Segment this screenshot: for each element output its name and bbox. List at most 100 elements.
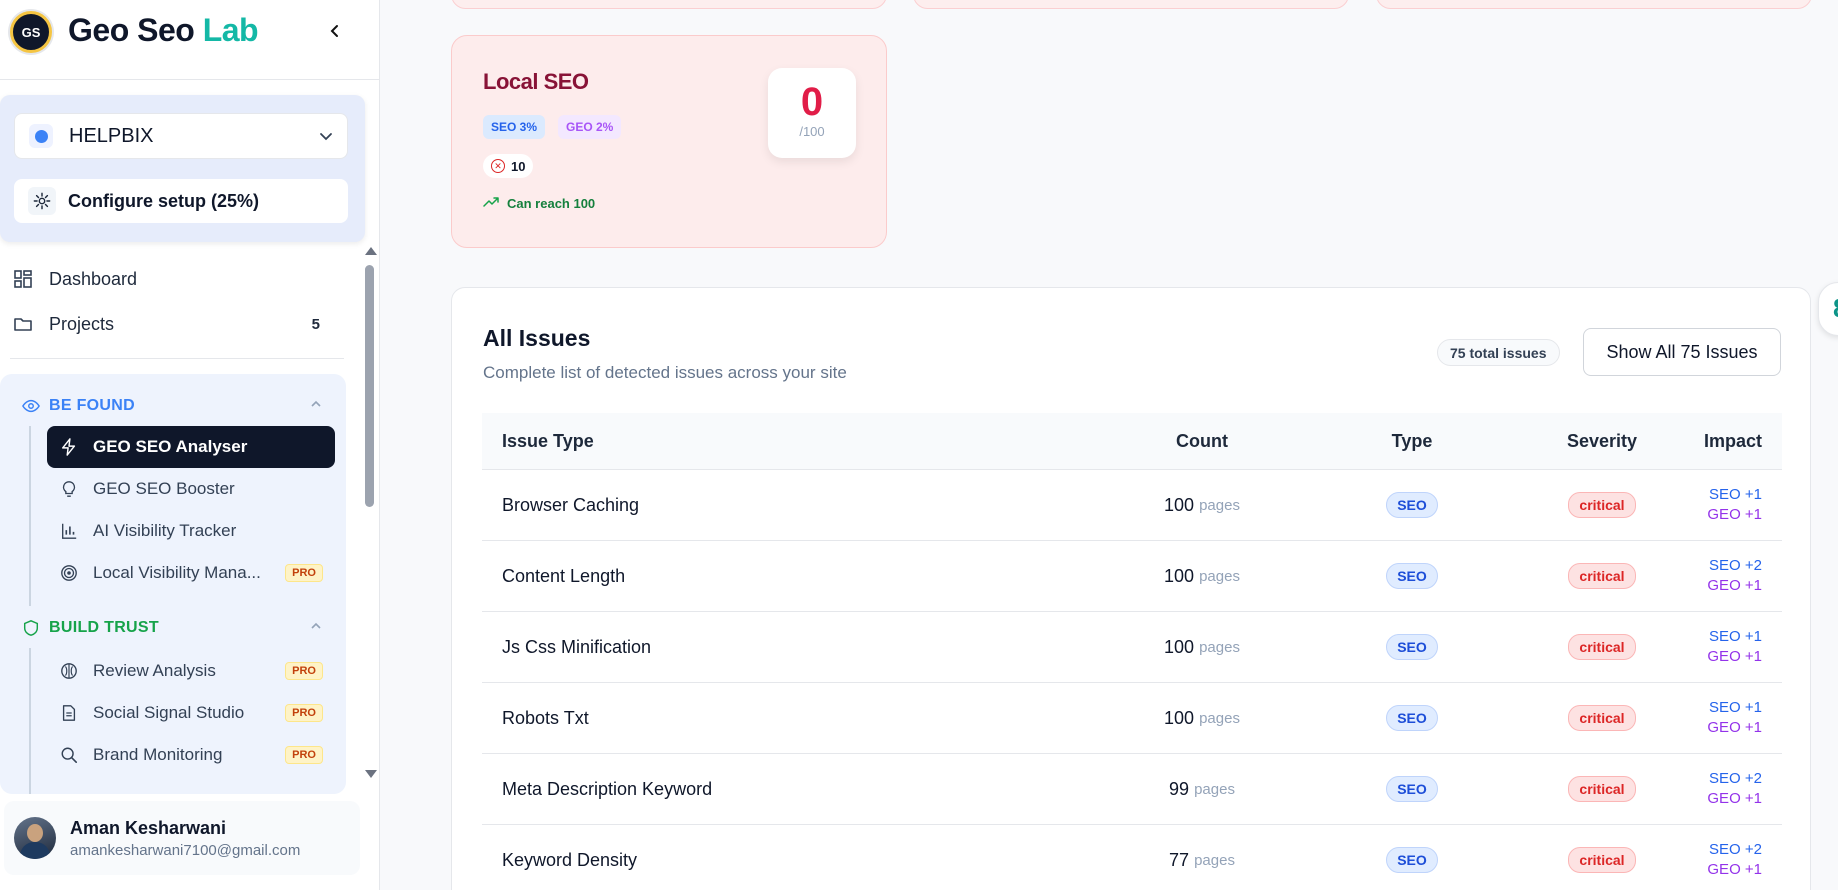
nav-dashboard[interactable]: Dashboard — [12, 262, 332, 296]
user-name: Aman Kesharwani — [70, 817, 227, 838]
table-header: Issue Type Count Type Severity Impact — [482, 413, 1782, 470]
table-row[interactable]: Browser Caching 100 pages SEO critical SEO +1… — [482, 470, 1782, 541]
nav-projects[interactable]: Projects 5 — [12, 307, 332, 341]
count-cell: 100 pages — [1072, 470, 1332, 540]
sidebar-scrollbar[interactable] — [362, 245, 377, 780]
project-card: HELPBIX Configure setup (25%) — [0, 95, 365, 242]
geo-impact: GEO +1 — [1707, 790, 1762, 807]
severity-badge: critical — [1568, 847, 1636, 873]
configure-setup-button[interactable]: Configure setup (25%) — [14, 179, 348, 223]
app-logo[interactable]: GS — [10, 11, 52, 53]
count-value: 100 — [1164, 565, 1195, 586]
seo-impact: SEO +2 — [1709, 557, 1762, 574]
pro-badge: PRO — [285, 746, 323, 764]
impact-cell: SEO +2 GEO +1 — [1707, 825, 1762, 890]
app-title-main: Geo Seo — [68, 12, 203, 48]
col-impact[interactable]: Impact — [1704, 413, 1762, 469]
sidebar-item-geo-seo-booster[interactable]: GEO SEO Booster — [47, 468, 335, 510]
sidebar-item-label: GEO SEO Analyser — [93, 437, 248, 456]
error-count-chip: ✕ 10 — [483, 154, 534, 178]
impact-cell: SEO +2 GEO +1 — [1707, 541, 1762, 611]
score-max: /100 — [799, 124, 825, 139]
scroll-thumb[interactable] — [365, 265, 374, 507]
severity-cell: critical — [1482, 683, 1722, 753]
count-unit: pages — [1194, 780, 1235, 798]
severity-badge: critical — [1568, 634, 1636, 660]
count-value: 100 — [1164, 636, 1195, 657]
score-box: 0 /100 — [768, 68, 856, 158]
issues-table: Issue Type Count Type Severity Impact Br… — [482, 413, 1782, 890]
lightning-icon — [59, 437, 79, 457]
sidebar-item-social-signal-studio[interactable]: Social Signal Studio PRO — [47, 692, 335, 734]
all-issues-card: All Issues Complete list of detected iss… — [451, 287, 1811, 890]
severity-cell: critical — [1482, 612, 1722, 682]
count-value: 100 — [1164, 494, 1195, 515]
severity-badge: critical — [1568, 492, 1636, 518]
col-count[interactable]: Count — [1072, 413, 1332, 469]
projects-count: 5 — [311, 315, 320, 333]
floating-widget-glyph: 8 — [1833, 293, 1838, 324]
scroll-up-arrow-icon[interactable] — [365, 247, 377, 255]
severity-badge: critical — [1568, 776, 1636, 802]
issue-type-cell: Keyword Density — [502, 849, 638, 870]
trending-up-icon — [483, 196, 499, 211]
geo-impact: GEO +1 — [1707, 648, 1762, 665]
local-seo-title: Local SEO — [483, 69, 589, 94]
group-build-trust-header[interactable]: BUILD TRUST — [22, 616, 322, 640]
scroll-down-arrow-icon[interactable] — [365, 770, 377, 778]
chevron-left-icon — [330, 25, 338, 37]
table-row[interactable]: Robots Txt 100 pages SEO critical SEO +1 GEO +… — [482, 683, 1782, 754]
geo-impact: GEO +1 — [1707, 719, 1762, 736]
table-row[interactable]: Keyword Density 77 pages SEO critical SEO +2 G… — [482, 825, 1782, 890]
collapse-sidebar-button[interactable] — [322, 18, 348, 44]
pro-badge: PRO — [285, 662, 323, 680]
pro-badge: PRO — [285, 564, 323, 582]
nav-groups-panel: BE FOUND GEO SEO Analyser GEO SEO Booste… — [0, 374, 346, 794]
type-badge: SEO — [1386, 705, 1438, 731]
bar-chart-icon — [59, 521, 79, 541]
issue-type-cell: Meta Description Keyword — [502, 778, 713, 799]
geo-percent-chip: GEO 2% — [558, 115, 622, 139]
geo-impact: GEO +1 — [1707, 861, 1762, 878]
local-seo-card[interactable]: Local SEO SEO 3% GEO 2% ✕ 10 Can reach 1… — [451, 35, 887, 248]
seo-impact: SEO +1 — [1709, 486, 1762, 503]
avatar — [14, 817, 56, 859]
app-title-accent: Lab — [202, 12, 259, 48]
group-be-found-header[interactable]: BE FOUND — [22, 394, 322, 418]
eye-icon — [22, 397, 40, 415]
sidebar-item-label: Brand Monitoring — [93, 745, 223, 764]
table-row[interactable]: Js Css Minification 100 pages SEO critical SE… — [482, 612, 1782, 683]
can-reach-text: Can reach 100 — [507, 196, 596, 211]
chevron-down-icon — [320, 133, 332, 141]
table-row[interactable]: Meta Description Keyword 99 pages SEO critic… — [482, 754, 1782, 825]
type-badge: SEO — [1386, 563, 1438, 589]
sidebar-item-ai-visibility-tracker[interactable]: AI Visibility Tracker — [47, 510, 335, 552]
count-unit: pages — [1199, 709, 1240, 727]
floating-widget[interactable]: 8 — [1818, 282, 1838, 336]
col-issue-type[interactable]: Issue Type — [502, 413, 594, 469]
configure-setup-label: Configure setup (25%) — [68, 190, 260, 211]
type-badge: SEO — [1386, 847, 1438, 873]
user-profile[interactable]: Aman Kesharwani amankesharwani7100@gmail… — [4, 801, 360, 875]
nav-projects-label: Projects — [49, 313, 115, 334]
sidebar-item-geo-seo-analyser[interactable]: GEO SEO Analyser — [47, 426, 335, 468]
table-row[interactable]: Content Length 100 pages SEO critical SEO +2 G… — [482, 541, 1782, 612]
sidebar-item-brand-monitoring[interactable]: Brand Monitoring PRO — [47, 734, 335, 776]
show-all-issues-button[interactable]: Show All 75 Issues — [1583, 328, 1781, 376]
project-selector[interactable]: HELPBIX — [14, 113, 348, 159]
seo-percent-chip: SEO 3% — [483, 115, 546, 139]
severity-badge: critical — [1568, 563, 1636, 589]
col-severity[interactable]: Severity — [1482, 413, 1722, 469]
score-card-partial — [451, 0, 887, 9]
seo-impact: SEO +1 — [1709, 699, 1762, 716]
sidebar-item-review-analysis[interactable]: Review Analysis PRO — [47, 650, 335, 692]
sidebar-item-local-visibility-manager[interactable]: Local Visibility Mana... PRO — [47, 552, 335, 594]
chevron-up-icon — [310, 619, 322, 637]
count-value: 99 — [1169, 778, 1190, 799]
nav-dashboard-label: Dashboard — [49, 268, 138, 289]
folder-icon — [12, 313, 34, 335]
target-icon — [59, 563, 79, 583]
all-issues-title: All Issues — [483, 325, 591, 351]
score-card-partial — [913, 0, 1349, 9]
brain-icon — [59, 661, 79, 681]
